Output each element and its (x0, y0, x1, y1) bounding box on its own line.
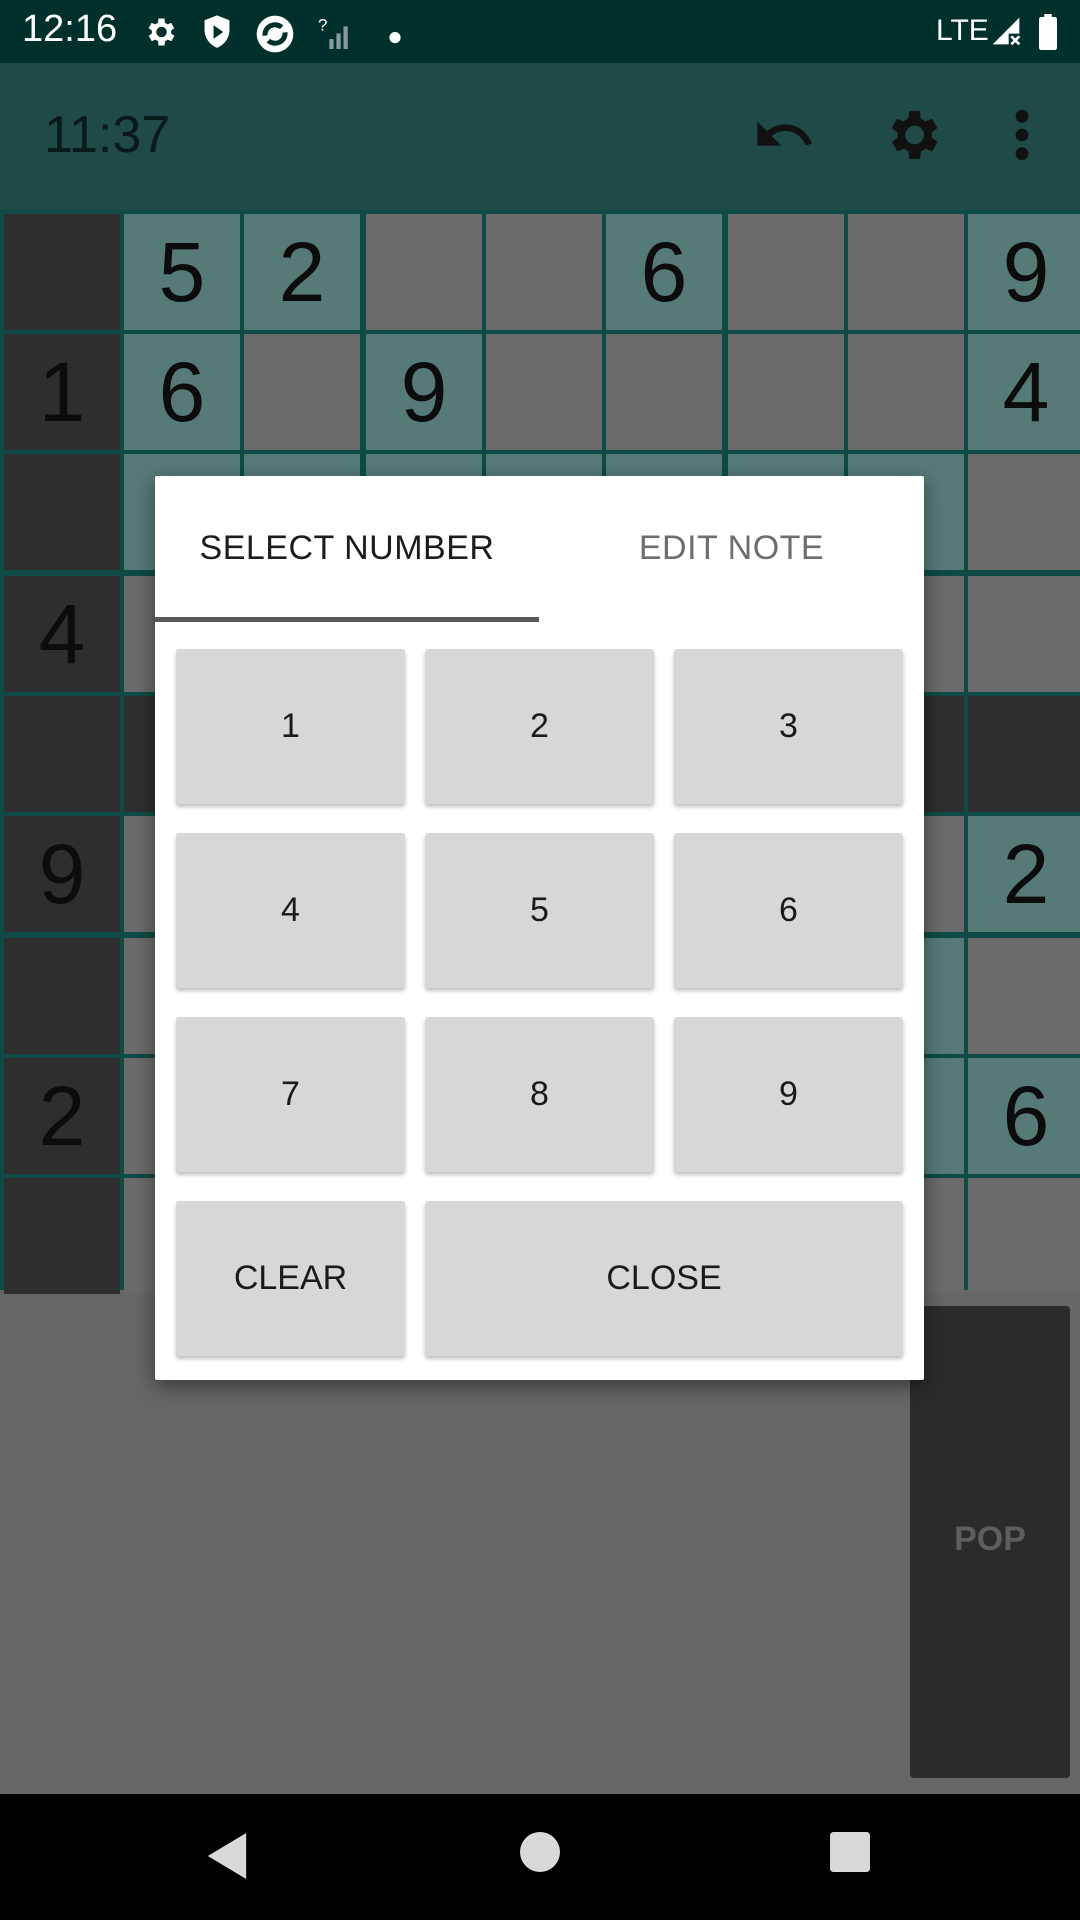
navigation-bar (0, 1794, 1080, 1920)
sudoku-cell[interactable] (486, 334, 602, 450)
status-time: 12:16 (22, 8, 118, 50)
home-icon[interactable] (520, 1832, 560, 1872)
more-vert-icon[interactable] (1000, 103, 1044, 167)
sudoku-cell[interactable]: 4 (4, 576, 120, 692)
sudoku-cell[interactable]: 2 (968, 816, 1080, 932)
gear-icon (148, 18, 175, 46)
settings-icon[interactable] (880, 103, 944, 167)
svg-text:?: ? (318, 16, 327, 35)
pop-label: POP (954, 1520, 1026, 1558)
sudoku-cell[interactable]: 6 (124, 334, 240, 450)
tab-select-number[interactable]: SELECT NUMBER (155, 476, 539, 621)
number-key-7[interactable]: 7 (176, 1017, 405, 1172)
sudoku-cell[interactable]: 6 (606, 214, 722, 330)
back-icon[interactable] (204, 1830, 250, 1882)
sudoku-cell[interactable]: 6 (968, 1058, 1080, 1174)
number-key-2[interactable]: 2 (425, 649, 654, 804)
shield-icon (204, 15, 230, 48)
dot-icon (389, 32, 401, 44)
clear-button[interactable]: CLEAR (176, 1201, 405, 1356)
status-bar: 12:16 ? LTE (0, 0, 1080, 63)
sudoku-cell[interactable] (486, 214, 602, 330)
close-button[interactable]: CLOSE (425, 1201, 903, 1356)
number-key-1[interactable]: 1 (176, 649, 405, 804)
sudoku-cell[interactable] (4, 1178, 120, 1294)
sudoku-cell[interactable]: 9 (366, 334, 482, 450)
sudoku-cell[interactable]: 9 (968, 214, 1080, 330)
app-toolbar: 11:37 (0, 63, 1080, 210)
sudoku-cell[interactable] (968, 1178, 1080, 1294)
sudoku-cell[interactable] (606, 334, 722, 450)
sudoku-cell[interactable] (968, 696, 1080, 812)
sudoku-cell[interactable] (968, 576, 1080, 692)
network-type: LTE (936, 14, 989, 47)
number-key-5[interactable]: 5 (425, 833, 654, 988)
no-signal-icon: ? (318, 16, 348, 49)
sudoku-cell[interactable]: 1 (4, 334, 120, 450)
number-key-8[interactable]: 8 (425, 1017, 654, 1172)
game-timer: 11:37 (44, 106, 171, 164)
sync-app-icon (256, 15, 294, 53)
number-key-9[interactable]: 9 (674, 1017, 903, 1172)
sudoku-cell[interactable]: 5 (124, 214, 240, 330)
number-key-3[interactable]: 3 (674, 649, 903, 804)
pop-panel[interactable]: POP (910, 1306, 1070, 1778)
sudoku-cell[interactable] (244, 334, 360, 450)
tab-edit-note[interactable]: EDIT NOTE (539, 476, 924, 621)
signal-x-icon (992, 17, 1021, 46)
recents-icon[interactable] (830, 1832, 870, 1872)
sudoku-cell[interactable] (4, 214, 120, 330)
sudoku-cell[interactable]: 4 (968, 334, 1080, 450)
sudoku-cell[interactable] (728, 334, 844, 450)
active-tab-indicator (155, 617, 539, 622)
number-key-4[interactable]: 4 (176, 833, 405, 988)
sudoku-cell[interactable] (848, 334, 964, 450)
sudoku-cell[interactable] (728, 214, 844, 330)
sudoku-cell[interactable]: 2 (4, 1058, 120, 1174)
number-picker-dialog: SELECT NUMBER EDIT NOTE 1 2 3 4 5 6 7 8 … (155, 476, 924, 1380)
sudoku-cell[interactable]: 2 (244, 214, 360, 330)
sudoku-cell[interactable] (968, 454, 1080, 570)
sudoku-cell[interactable] (4, 696, 120, 812)
battery-icon (1039, 14, 1057, 50)
sudoku-cell[interactable] (366, 214, 482, 330)
sudoku-cell[interactable] (848, 214, 964, 330)
undo-icon[interactable] (752, 103, 816, 167)
sudoku-cell[interactable]: 9 (4, 816, 120, 932)
sudoku-cell[interactable] (4, 454, 120, 570)
number-key-6[interactable]: 6 (674, 833, 903, 988)
sudoku-cell[interactable] (4, 938, 120, 1054)
sudoku-cell[interactable] (968, 938, 1080, 1054)
